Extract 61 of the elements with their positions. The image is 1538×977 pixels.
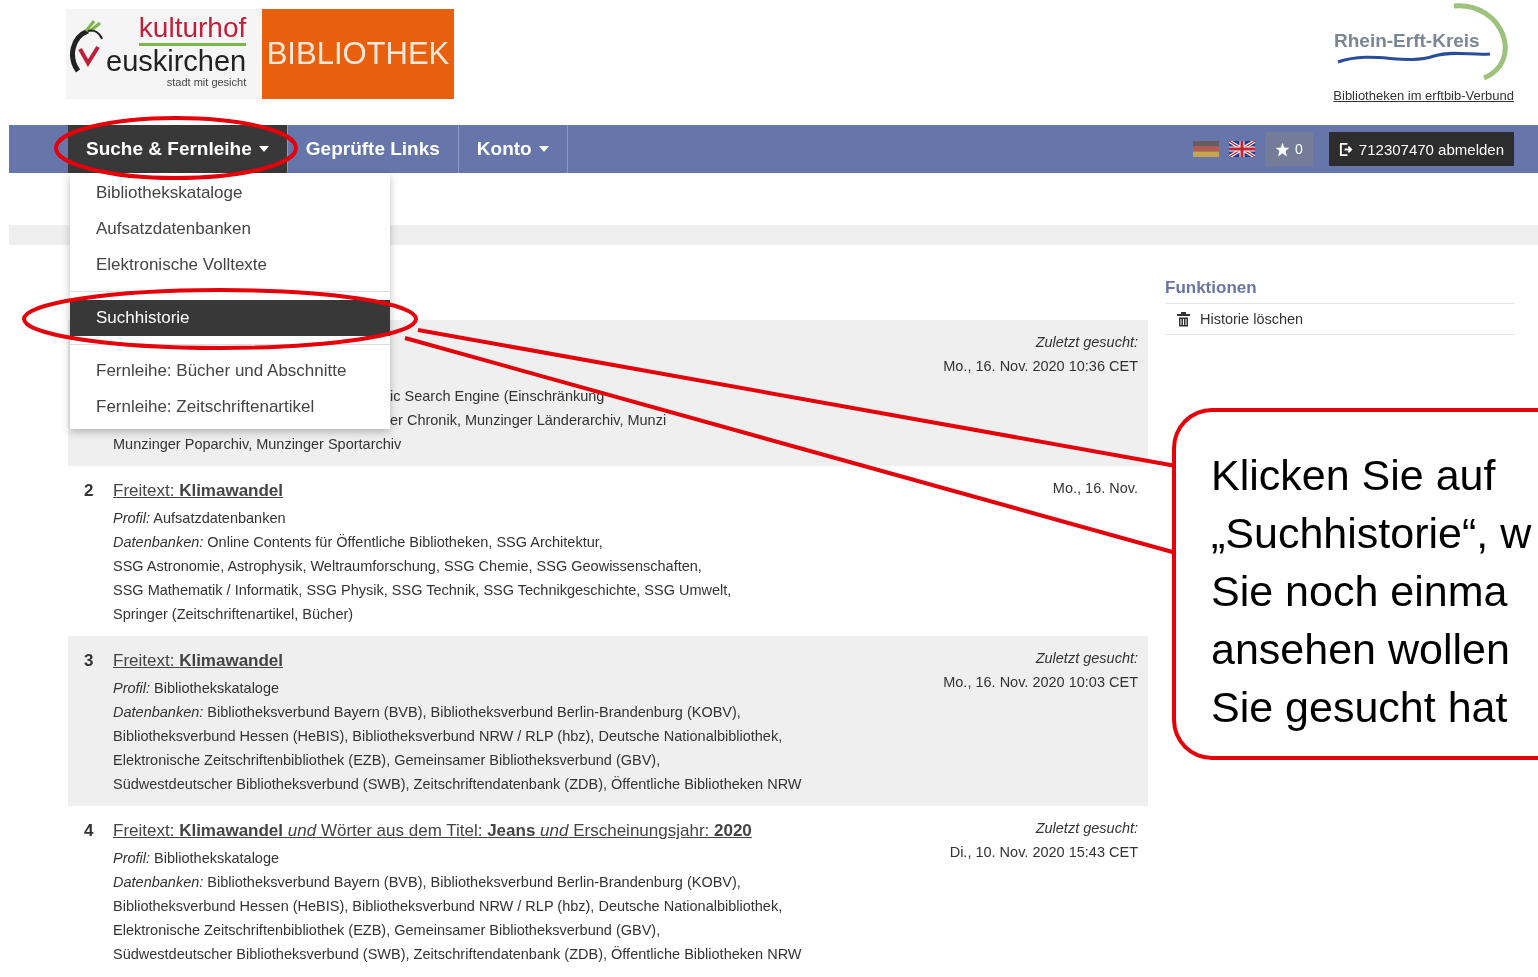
database-list-line: er Chronik, Munzinger Länderarchiv, Munzi xyxy=(390,412,667,428)
database-list-line: Munzinger Poparchiv, Munzinger Sportarchiv xyxy=(113,436,402,452)
database-list-line: Springer (Zeitschriftenartikel, Bücher) xyxy=(113,605,355,624)
search-query-link[interactable]: Freitext: Klimawandel xyxy=(113,481,284,500)
menu-item[interactable]: Suchhistorie xyxy=(70,300,390,336)
menu-item[interactable]: Fernleihe: Bücher und Abschnitte xyxy=(70,353,390,389)
sidebar-heading: Funktionen xyxy=(1165,278,1515,304)
profile-text: Profil: Aufsatzdatenbanken xyxy=(113,509,287,528)
menu-item[interactable]: Aufsatzdatenbanken xyxy=(70,211,390,247)
database-list-line: Datenbanken: Bibliotheksverbund Bayern (BVB), Bibliotheksverbund Berlin-Brandenburg (KOBV), xyxy=(113,703,742,722)
partner-link[interactable]: Bibliotheken im erftbib-Verbund xyxy=(1333,88,1514,103)
logo-tagline: stadt mit gesicht xyxy=(166,76,247,88)
entry-number: 2 xyxy=(84,480,95,502)
menu-item[interactable]: Elektronische Volltexte xyxy=(70,247,390,283)
caret-icon xyxy=(538,146,549,152)
database-list-line: Südwestdeutscher Bibliotheksverbund (SWB), Zeitschriftendatenbank (ZDB), Öffentliche Bibliotheken NRW xyxy=(113,945,803,964)
menu-item[interactable]: Fernleihe: Zeitschriftenartikel xyxy=(70,389,390,425)
database-list-line: Elektronische Zeitschriftenbibliothek (EZB), Gemeinsamer Bibliotheksverbund (GBV), xyxy=(113,921,662,940)
last-searched-label: Zuletzt gesucht: xyxy=(1034,819,1138,838)
partner-logo-text: Rhein-Erft-Kreis xyxy=(1334,30,1480,52)
nav-tab[interactable]: Konto xyxy=(458,125,568,173)
entry-number: 4 xyxy=(84,820,95,842)
logo-text: kulturhof xyxy=(138,13,247,46)
trash-icon xyxy=(1177,311,1190,327)
database-list-line: Elektronische Zeitschriftenbibliothek (EZB), Gemeinsamer Bibliotheksverbund (GBV), xyxy=(113,751,662,770)
database-list-line: Bibliotheksverbund Hessen (HeBIS), Bibliotheksverbund NRW / RLP (hbz), Deutsche Nationalbibliothek, xyxy=(113,727,784,746)
callout-text: ansehen wollen xyxy=(1211,624,1511,675)
german-flag-icon[interactable] xyxy=(1193,141,1220,157)
search-query-link[interactable]: Freitext: Klimawandel und Wörter aus dem Titel: Jeans und Erscheinungsjahr: 2020 xyxy=(113,821,752,840)
database-list-line: Datenbanken: Bibliotheksverbund Bayern (BVB), Bibliotheksverbund Berlin-Brandenburg (KOBV), xyxy=(113,873,742,892)
entry-number: 3 xyxy=(84,650,95,672)
database-list-line: Bibliotheksverbund Hessen (HeBIS), Bibliotheksverbund NRW / RLP (hbz), Deutsche Nationalbibliothek, xyxy=(113,897,784,916)
logout-icon xyxy=(1338,141,1354,157)
caret-icon xyxy=(258,146,269,152)
database-list-line: SSG Mathematik / Informatik, SSG Physik, SSG Technik, SSG Technikgeschichte, SSG Umwelt, xyxy=(113,581,733,600)
profile-text: Profil: Bibliothekskataloge xyxy=(113,849,281,868)
sidebar-action-link[interactable]: Historie löschen xyxy=(1165,304,1515,335)
favorites-button[interactable]: 0 xyxy=(1265,132,1313,166)
logo-badge: BIBLIOTHEK xyxy=(262,9,454,99)
database-list-line: Südwestdeutscher Bibliotheksverbund (SWB), Zeitschriftendatenbank (ZDB), Öffentliche Bibliotheken NRW xyxy=(113,775,803,794)
search-date: Mo., 16. Nov. xyxy=(1051,479,1138,498)
last-searched-label: Zuletzt gesucht: xyxy=(1034,649,1138,668)
search-query-link[interactable]: Freitext: Klimawandel xyxy=(113,651,284,670)
menu-item[interactable]: Bibliothekskataloge xyxy=(70,175,390,211)
logout-button[interactable]: 712307470 abmelden xyxy=(1328,132,1514,166)
british-flag-icon[interactable] xyxy=(1229,141,1256,157)
callout-text: Sie gesucht hat xyxy=(1211,682,1509,733)
last-searched-label: Zuletzt gesucht: xyxy=(1034,333,1138,352)
callout-text: Klicken Sie auf xyxy=(1211,450,1497,501)
database-list-line: SSG Astronomie, Astrophysik, Weltraumforschung, SSG Chemie, SSG Geowissenschaften, xyxy=(113,557,703,576)
callout-text: „Suchhistorie“, w xyxy=(1211,508,1533,559)
database-list-line: ic Search Engine (Einschränkung xyxy=(390,388,605,404)
star-icon xyxy=(1275,141,1291,157)
profile-text: Profil: Bibliothekskataloge xyxy=(113,679,281,698)
callout-text: Sie noch einma xyxy=(1211,566,1509,617)
nav-tab[interactable]: Suche & Fernleihe xyxy=(68,125,288,173)
search-date: Mo., 16. Nov. 2020 10:03 CET xyxy=(942,673,1138,692)
search-date: Di., 10. Nov. 2020 15:43 CET xyxy=(948,843,1138,862)
search-date: Mo., 16. Nov. 2020 10:36 CET xyxy=(942,357,1138,376)
database-list-line: Datenbanken: Online Contents für Öffentliche Bibliotheken, SSG Architektur, xyxy=(113,533,604,552)
logo-text: euskirchen xyxy=(106,46,247,76)
